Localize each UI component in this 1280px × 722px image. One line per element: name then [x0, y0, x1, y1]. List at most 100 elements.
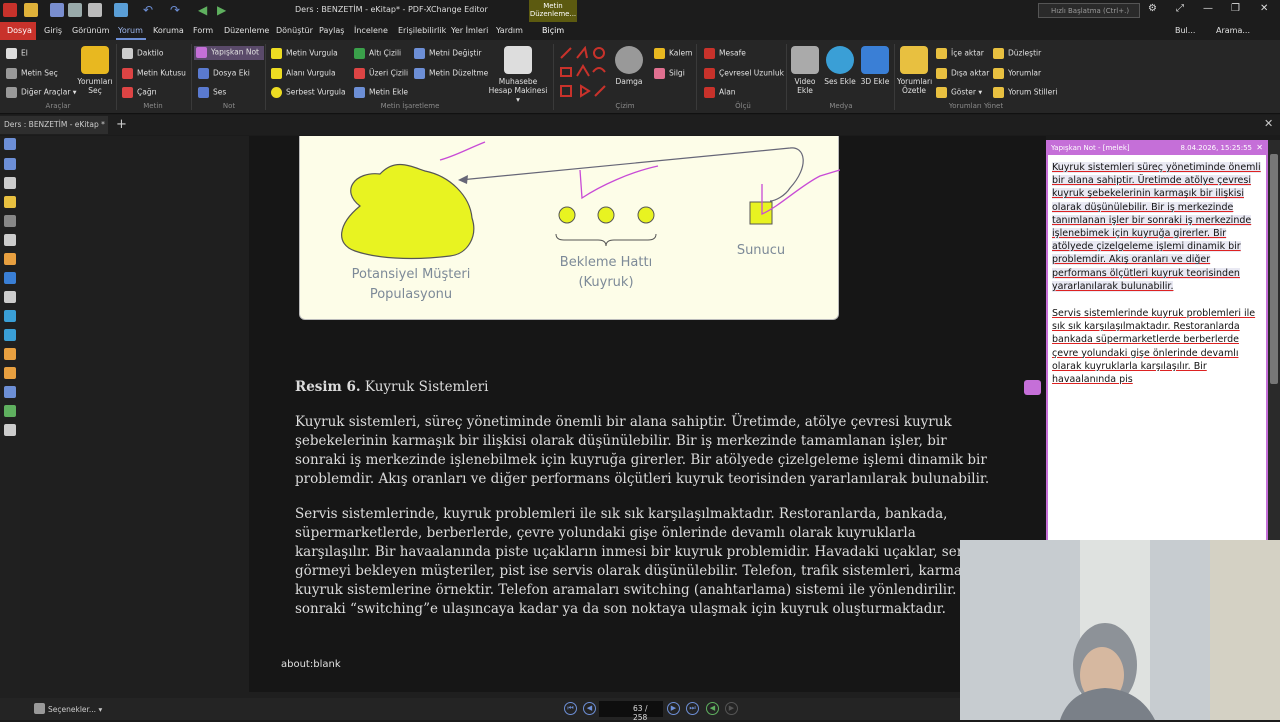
highlight-text-tool[interactable]: Metin Vurgula: [271, 48, 338, 59]
hand-tool[interactable]: El: [6, 48, 28, 59]
new-tab-plus-icon[interactable]: +: [116, 117, 127, 132]
text-correction-tool[interactable]: Metin Düzeltme: [414, 68, 488, 79]
cloud-icon[interactable]: [114, 3, 128, 17]
page-number-box[interactable]: 63 / 258: [599, 701, 663, 722]
layers-icon[interactable]: [4, 234, 16, 246]
tab-comment[interactable]: Yorum: [116, 22, 146, 40]
typewriter-tool[interactable]: Daktilo: [122, 48, 163, 59]
save-icon[interactable]: [50, 3, 64, 17]
forward-view-button[interactable]: ▶: [725, 702, 738, 715]
accounting-calculator-button[interactable]: Muhasebe Hesap Makinesi ▾: [487, 46, 549, 104]
last-page-button[interactable]: ⏭: [686, 702, 699, 715]
first-page-button[interactable]: ⏮: [564, 702, 577, 715]
strikeout-tool[interactable]: Üzeri Çizili: [354, 68, 408, 79]
tab-format[interactable]: Biçim: [542, 26, 564, 35]
vertical-scrollbar[interactable]: [1268, 140, 1280, 542]
text-box-tool[interactable]: Metin Kutusu: [122, 68, 186, 79]
options-menu[interactable]: Seçenekler... ▾: [48, 705, 102, 714]
links-icon[interactable]: [4, 348, 16, 360]
stamp-button[interactable]: Damga: [612, 46, 646, 86]
tab-view[interactable]: Görünüm: [72, 26, 109, 35]
perimeter-tool[interactable]: Çevresel Uzunluk: [704, 68, 784, 79]
pages-icon[interactable]: [4, 177, 16, 189]
distance-tool[interactable]: Mesafe: [704, 48, 746, 59]
sticky-note-header[interactable]: Yapışkan Not - [melek] 8.04.2026, 15:25:…: [1048, 142, 1266, 155]
email-icon[interactable]: [88, 3, 102, 17]
sticky-note-popup[interactable]: Yapışkan Not - [melek] 8.04.2026, 15:25:…: [1046, 140, 1268, 542]
sticky-note-close-icon[interactable]: ✕: [1256, 143, 1263, 152]
tab-bookmarks[interactable]: Yer İmleri: [451, 26, 488, 35]
quick-launch-search[interactable]: Hızlı Başlatma (Ctrl+.): [1038, 3, 1140, 18]
redo-icon[interactable]: ↷: [170, 3, 184, 17]
area-tool[interactable]: Alan: [704, 87, 736, 98]
import-button[interactable]: İçe aktar: [936, 48, 984, 59]
export-button[interactable]: Dışa aktar: [936, 68, 989, 79]
open-folder-icon[interactable]: [24, 3, 38, 17]
print-icon[interactable]: [68, 3, 82, 17]
highlight-area-tool[interactable]: Alanı Vurgula: [271, 68, 336, 79]
properties-icon[interactable]: [4, 424, 16, 436]
summarize-comments-button[interactable]: Yorumları Özetle: [897, 46, 932, 95]
comment-styles-button[interactable]: Yorum Stilleri: [993, 87, 1057, 98]
shape-tools[interactable]: [557, 45, 609, 102]
tab-share[interactable]: Paylaş: [319, 26, 344, 35]
search-button[interactable]: Arama...: [1216, 26, 1250, 35]
tab-review[interactable]: İncelene: [354, 26, 388, 35]
tab-help[interactable]: Yardım: [496, 26, 523, 35]
find-button[interactable]: Bul...: [1175, 26, 1195, 35]
minimize-button[interactable]: —: [1203, 3, 1213, 14]
tab-convert[interactable]: Dönüştür: [276, 26, 313, 35]
tags-icon[interactable]: [4, 367, 16, 379]
select-text-tool[interactable]: Metin Seç: [6, 68, 58, 79]
sticky-note-text-2[interactable]: Servis sistemlerinde kuyruk problemleri …: [1052, 307, 1264, 386]
prev-page-button[interactable]: ◀: [583, 702, 596, 715]
insert-text-tool[interactable]: Metin Ekle: [354, 87, 408, 98]
close-button[interactable]: ✕: [1260, 3, 1268, 14]
sticky-note-marker-icon[interactable]: [1024, 380, 1041, 395]
flatten-button[interactable]: Düzleştir: [993, 48, 1041, 59]
select-comments-button[interactable]: Yorumları Seç: [76, 46, 114, 95]
forward-icon[interactable]: ▶: [217, 3, 231, 17]
comments-panel-icon[interactable]: [4, 196, 16, 208]
restore-button[interactable]: ❐: [1231, 3, 1240, 14]
close-doc-icon[interactable]: ✕: [1264, 117, 1273, 130]
comments-button[interactable]: Yorumlar: [993, 68, 1041, 79]
tab-edit[interactable]: Düzenleme: [224, 26, 269, 35]
fullscreen-icon[interactable]: ⤢: [1176, 3, 1184, 14]
settings-icon[interactable]: ⚙: [1148, 3, 1157, 14]
destinations-icon[interactable]: [4, 405, 16, 417]
other-tools[interactable]: Diğer Araçlar ▾: [6, 87, 77, 98]
tab-accessibility[interactable]: Erişilebilirlik: [398, 26, 446, 35]
pen-tool[interactable]: Kalem: [654, 48, 692, 59]
tab-file[interactable]: Dosya: [0, 22, 36, 40]
tab-home[interactable]: Giriş: [44, 26, 62, 35]
scrollbar-thumb[interactable]: [1270, 154, 1278, 384]
tab-protect[interactable]: Koruma: [153, 26, 184, 35]
insert-3d-button[interactable]: 3D Ekle: [859, 46, 891, 86]
sticky-note-tool[interactable]: Yapışkan Not: [194, 46, 264, 60]
search-panel-icon[interactable]: [4, 310, 16, 322]
structure-icon[interactable]: [4, 329, 16, 341]
fields-icon[interactable]: [4, 386, 16, 398]
freehand-highlight-tool[interactable]: Serbest Vurgula: [271, 87, 346, 98]
document-tab[interactable]: Ders : BENZETİM - eKitap *: [0, 116, 108, 134]
bookmark-panel-icon[interactable]: [4, 138, 16, 150]
insert-sound-button[interactable]: Ses Ekle: [824, 46, 856, 86]
eraser-tool[interactable]: Silgi: [654, 68, 685, 79]
undo-icon[interactable]: ↶: [143, 3, 157, 17]
replace-text-tool[interactable]: Metni Değiştir: [414, 48, 482, 59]
bookmarks-icon[interactable]: [4, 158, 16, 170]
3d-model-icon[interactable]: [4, 272, 16, 284]
tab-form[interactable]: Form: [193, 26, 213, 35]
underline-tool[interactable]: Altı Çizili: [354, 48, 401, 59]
sound-tool[interactable]: Ses: [198, 87, 226, 98]
attachments-icon[interactable]: [4, 215, 16, 227]
insert-video-button[interactable]: Video Ekle: [789, 46, 821, 95]
back-view-button[interactable]: ◀: [706, 702, 719, 715]
sticky-note-text-1[interactable]: Kuyruk sistemleri süreç yönetiminde önem…: [1052, 161, 1264, 293]
callout-tool[interactable]: Çağrı: [122, 87, 157, 98]
content-icon[interactable]: [4, 291, 16, 303]
options-gear-icon[interactable]: [34, 703, 45, 714]
file-attachment-tool[interactable]: Dosya Eki: [198, 68, 250, 79]
signature-icon[interactable]: [4, 253, 16, 265]
